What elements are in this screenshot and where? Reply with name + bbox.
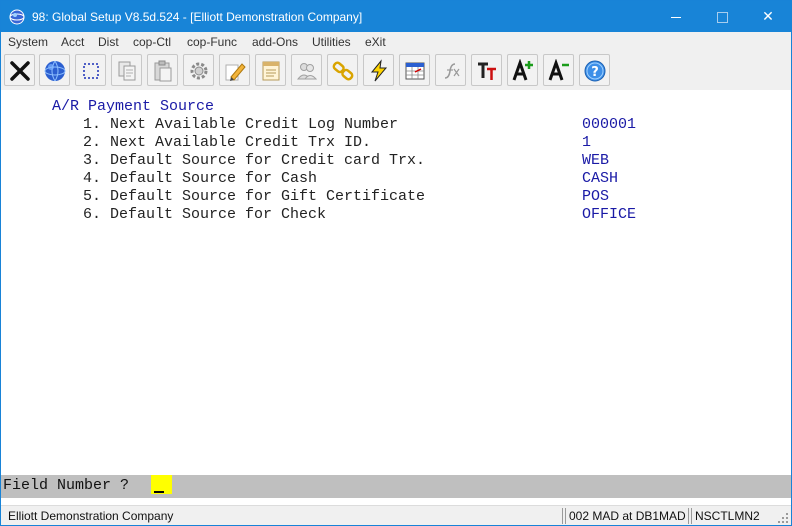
status-bar: Elliott Demonstration Company 002 MAD at… <box>1 505 791 525</box>
close-button[interactable]: ✕ <box>745 1 791 32</box>
window-title: 98: Global Setup V8.5d.524 - [Elliott De… <box>32 10 363 24</box>
screen-content: A/R Payment Source 1. Next Available Cre… <box>1 90 791 475</box>
field-label-4: 4. Default Source for Cash <box>83 170 318 187</box>
exit-button[interactable] <box>4 54 35 86</box>
settings-gear-icon <box>190 62 208 80</box>
field-row-3: 3. Default Source for Credit card Trx. W… <box>83 152 683 170</box>
status-database: 002 MAD at DB1MAD <box>565 508 689 524</box>
minimize-button[interactable] <box>653 1 699 32</box>
menu-dist[interactable]: Dist <box>98 35 119 49</box>
field-row-2: 2. Next Available Credit Trx ID. 1 <box>83 134 683 152</box>
link-button[interactable] <box>327 54 358 86</box>
status-screen-id: NSCTLMN2 <box>691 508 771 524</box>
field-row-6: 6. Default Source for Check OFFICE <box>83 206 683 224</box>
menu-system[interactable]: System <box>8 35 48 49</box>
field-label-5: 5. Default Source for Gift Certificate <box>83 188 426 205</box>
field-label-6: 6. Default Source for Check <box>83 206 327 223</box>
text-cursor <box>154 491 164 493</box>
font-increase-icon <box>512 59 533 81</box>
field-value-4: CASH <box>582 170 619 187</box>
minimize-icon <box>671 16 681 18</box>
settings-button[interactable] <box>183 54 214 86</box>
menu-cop-ctl[interactable]: cop-Ctl <box>133 35 171 49</box>
font-type-icon <box>478 62 496 80</box>
field-label-1: 1. Next Available Credit Log Number <box>83 116 399 133</box>
help-icon: ? <box>584 60 606 82</box>
field-row-5: 5. Default Source for Gift Certificate P… <box>83 188 683 206</box>
help-button[interactable]: ? <box>579 54 610 86</box>
maximize-button[interactable] <box>699 1 745 32</box>
field-value-3: WEB <box>582 152 610 169</box>
field-number-prompt: Field Number ? <box>3 477 130 494</box>
paste-button[interactable] <box>147 54 178 86</box>
maximize-icon <box>716 11 728 23</box>
app-window: 98: Global Setup V8.5d.524 - [Elliott De… <box>0 0 792 526</box>
lightning-icon <box>370 59 388 82</box>
lightning-button[interactable] <box>363 54 394 86</box>
font-type-button[interactable] <box>471 54 502 86</box>
paste-icon <box>154 60 172 82</box>
copy-button[interactable] <box>111 54 142 86</box>
function-button[interactable] <box>435 54 466 86</box>
toolbar: ? <box>1 52 791 90</box>
globe-icon <box>44 60 66 82</box>
close-icon: ✕ <box>762 8 774 24</box>
globe-button[interactable] <box>39 54 70 86</box>
select-button[interactable] <box>75 54 106 86</box>
field-label-3: 3. Default Source for Credit card Trx. <box>83 152 426 169</box>
notepad-button[interactable] <box>255 54 286 86</box>
copy-icon <box>118 61 136 81</box>
notepad-icon <box>262 61 280 81</box>
title-bar[interactable]: 98: Global Setup V8.5d.524 - [Elliott De… <box>1 1 791 32</box>
menu-utilities[interactable]: Utilities <box>312 35 351 49</box>
prompt-bar: Field Number ? <box>1 475 791 498</box>
field-value-2: 1 <box>582 134 592 151</box>
font-decrease-icon <box>548 59 569 81</box>
field-value-6: OFFICE <box>582 206 637 223</box>
resize-grip-icon[interactable] <box>777 512 789 524</box>
font-increase-button[interactable] <box>507 54 538 86</box>
edit-button[interactable] <box>219 54 250 86</box>
elliott-app-icon <box>9 9 25 25</box>
pencil-edit-icon <box>225 63 246 81</box>
select-box-icon <box>83 63 99 79</box>
exit-x-icon <box>10 61 30 81</box>
font-decrease-button[interactable] <box>543 54 574 86</box>
spreadsheet-button[interactable] <box>399 54 430 86</box>
function-icon <box>444 63 460 79</box>
svg-text:?: ? <box>591 65 599 80</box>
users-button[interactable] <box>291 54 322 86</box>
screen-title: A/R Payment Source <box>52 98 215 115</box>
chain-link-icon <box>332 61 354 81</box>
spreadsheet-icon <box>405 62 425 80</box>
menu-cop-func[interactable]: cop-Func <box>187 35 237 49</box>
menu-exit[interactable]: eXit <box>365 35 386 49</box>
field-row-1: 1. Next Available Credit Log Number 0000… <box>83 116 683 134</box>
field-row-4: 4. Default Source for Cash CASH <box>83 170 683 188</box>
menu-acct[interactable]: Acct <box>61 35 84 49</box>
field-label-2: 2. Next Available Credit Trx ID. <box>83 134 372 151</box>
status-company: Elliott Demonstration Company <box>1 508 563 524</box>
menu-bar: System Acct Dist cop-Ctl cop-Func add-On… <box>1 32 791 52</box>
field-value-5: POS <box>582 188 610 205</box>
field-value-1: 000001 <box>582 116 637 133</box>
menu-add-ons[interactable]: add-Ons <box>252 35 298 49</box>
users-icon <box>296 63 318 80</box>
